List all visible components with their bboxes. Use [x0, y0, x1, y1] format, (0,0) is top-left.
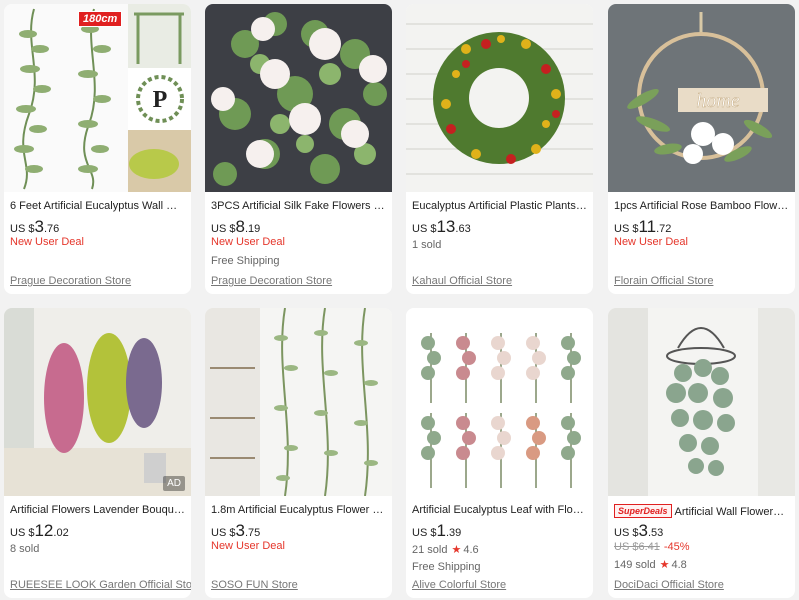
- product-card[interactable]: Artificial Eucalyptus Leaf with Flow... …: [406, 308, 593, 598]
- new-user-deal-label: New User Deal: [211, 540, 285, 552]
- product-price: US $13.63: [412, 217, 471, 236]
- sold-count: 1 sold: [412, 239, 442, 251]
- sold-rating: 149 sold ★ 4.8: [614, 558, 687, 571]
- product-image[interactable]: home: [608, 4, 795, 192]
- rating-value: 4.6: [463, 544, 479, 556]
- store-link[interactable]: RUEESEE LOOK Garden Official Sto...: [10, 579, 191, 591]
- product-title[interactable]: Artificial Flowers Lavender Bouque...: [10, 504, 185, 516]
- product-grid: P 180cm 6 Feet Artificial Eucalyptus Wal…: [0, 0, 799, 600]
- product-image[interactable]: [406, 308, 593, 496]
- original-price: US $6.41: [614, 541, 660, 553]
- home-sign-text: home: [696, 90, 739, 112]
- product-title[interactable]: Eucalyptus Artificial Plastic Plants ...: [412, 200, 587, 212]
- product-title[interactable]: 1pcs Artificial Rose Bamboo Flowe...: [614, 200, 789, 212]
- new-user-deal-label: New User Deal: [10, 236, 84, 248]
- product-price: US $11.72: [614, 217, 672, 236]
- superdeals-badge: SuperDeals: [614, 504, 672, 518]
- product-card[interactable]: Eucalyptus Artificial Plastic Plants ...…: [406, 4, 593, 294]
- product-card[interactable]: P 180cm 6 Feet Artificial Eucalyptus Wal…: [4, 4, 191, 294]
- free-shipping-label: Free Shipping: [211, 255, 280, 267]
- product-image[interactable]: P 180cm: [4, 4, 191, 192]
- store-link[interactable]: SOSO FUN Store: [211, 579, 298, 591]
- free-shipping-label: Free Shipping: [412, 561, 481, 573]
- product-image[interactable]: [205, 4, 392, 192]
- product-price: US $1.39: [412, 521, 462, 540]
- star-icon: ★: [451, 544, 462, 556]
- new-user-deal-label: New User Deal: [211, 236, 285, 248]
- svg-text:P: P: [153, 87, 168, 113]
- sold-count: 21 sold: [412, 544, 448, 556]
- product-image[interactable]: AD: [4, 308, 191, 496]
- product-card[interactable]: AD Artificial Flowers Lavender Bouque...…: [4, 308, 191, 598]
- store-link[interactable]: Florain Official Store: [614, 275, 713, 287]
- product-image[interactable]: [608, 308, 795, 496]
- product-title[interactable]: 3PCS Artificial Silk Fake Flowers Ga...: [211, 200, 386, 212]
- discount-percent: -45%: [663, 541, 690, 553]
- product-card[interactable]: 1.8m Artificial Eucalyptus Flower G... U…: [205, 308, 392, 598]
- new-user-deal-label: New User Deal: [614, 236, 688, 248]
- product-title[interactable]: 6 Feet Artificial Eucalyptus Wall Ha...: [10, 200, 185, 212]
- product-price: US $12.02: [10, 521, 69, 540]
- store-link[interactable]: Kahaul Official Store: [412, 275, 512, 287]
- ad-badge: AD: [163, 476, 185, 491]
- product-title[interactable]: Artificial Eucalyptus Leaf with Flow...: [412, 504, 587, 516]
- original-price-row: US $6.41 -45%: [614, 541, 690, 553]
- product-card[interactable]: 3PCS Artificial Silk Fake Flowers Ga... …: [205, 4, 392, 294]
- product-price: US $3.53: [614, 521, 664, 540]
- store-link[interactable]: DociDaci Official Store: [614, 579, 724, 591]
- star-icon: ★: [659, 559, 670, 571]
- sold-rating: 21 sold ★ 4.6: [412, 543, 479, 556]
- store-link[interactable]: Prague Decoration Store: [211, 275, 332, 287]
- product-price: US $8.19: [211, 217, 261, 236]
- sold-count: 8 sold: [10, 543, 40, 555]
- product-image[interactable]: [406, 4, 593, 192]
- store-link[interactable]: Alive Colorful Store: [412, 579, 506, 591]
- length-badge: 180cm: [78, 11, 123, 27]
- product-title[interactable]: SuperDealsArtificial Wall Flowers Gr...: [614, 504, 789, 518]
- product-card[interactable]: SuperDealsArtificial Wall Flowers Gr... …: [608, 308, 795, 598]
- product-image[interactable]: [205, 308, 392, 496]
- sold-count: 149 sold: [614, 559, 656, 571]
- product-card[interactable]: home 1pcs Artificial Rose Bamboo Flowe..…: [608, 4, 795, 294]
- product-price: US $3.75: [211, 521, 261, 540]
- rating-value: 4.8: [671, 559, 687, 571]
- product-title[interactable]: 1.8m Artificial Eucalyptus Flower G...: [211, 504, 386, 516]
- product-price: US $3.76: [10, 217, 60, 236]
- store-link[interactable]: Prague Decoration Store: [10, 275, 131, 287]
